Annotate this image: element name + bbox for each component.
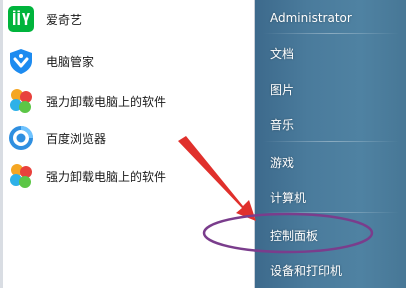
program-label: 强力卸载电脑上的软件 — [46, 94, 167, 109]
menu-item-documents[interactable]: 文档 — [270, 45, 294, 62]
menu-item-devices-printers[interactable]: 设备和打印机 — [270, 262, 342, 279]
menu-item-pictures[interactable]: 图片 — [270, 81, 294, 98]
separator — [263, 212, 399, 213]
program-label: 爱奇艺 — [46, 12, 83, 27]
menu-item-computer[interactable]: 计算机 — [270, 189, 306, 206]
programs-panel: 爱奇艺 电脑管家 强力卸载电脑上的软件 百度浏览器 强力卸载电脑上的软件 — [0, 0, 255, 288]
baidu-browser-icon — [6, 123, 36, 153]
right-panel: Administrator 文档 图片 音乐 游戏 计算机 控制面板 设备和打印… — [255, 0, 406, 288]
menu-item-games[interactable]: 游戏 — [270, 154, 294, 171]
user-name-link[interactable]: Administrator — [270, 11, 352, 25]
menu-item-control-panel[interactable]: 控制面板 — [270, 227, 318, 244]
program-item-baidu-browser[interactable]: 百度浏览器 — [6, 119, 252, 157]
separator — [263, 141, 399, 142]
uninstaller-flower-icon — [6, 86, 36, 116]
program-label: 电脑管家 — [46, 54, 95, 69]
program-label: 强力卸载电脑上的软件 — [46, 169, 167, 184]
program-label: 百度浏览器 — [46, 131, 107, 146]
uninstaller-flower-icon — [6, 161, 36, 191]
program-item-pc-manager[interactable]: 电脑管家 — [6, 42, 252, 80]
iqiyi-icon — [6, 4, 36, 34]
program-item-uninstaller[interactable]: 强力卸载电脑上的软件 — [6, 82, 252, 120]
program-item-iqiyi[interactable]: 爱奇艺 — [6, 0, 252, 38]
panel-edge — [0, 0, 3, 288]
pc-manager-shield-icon — [6, 46, 36, 76]
menu-item-music[interactable]: 音乐 — [270, 116, 294, 133]
separator — [263, 33, 399, 34]
program-item-uninstaller-2[interactable]: 强力卸载电脑上的软件 — [6, 157, 252, 195]
